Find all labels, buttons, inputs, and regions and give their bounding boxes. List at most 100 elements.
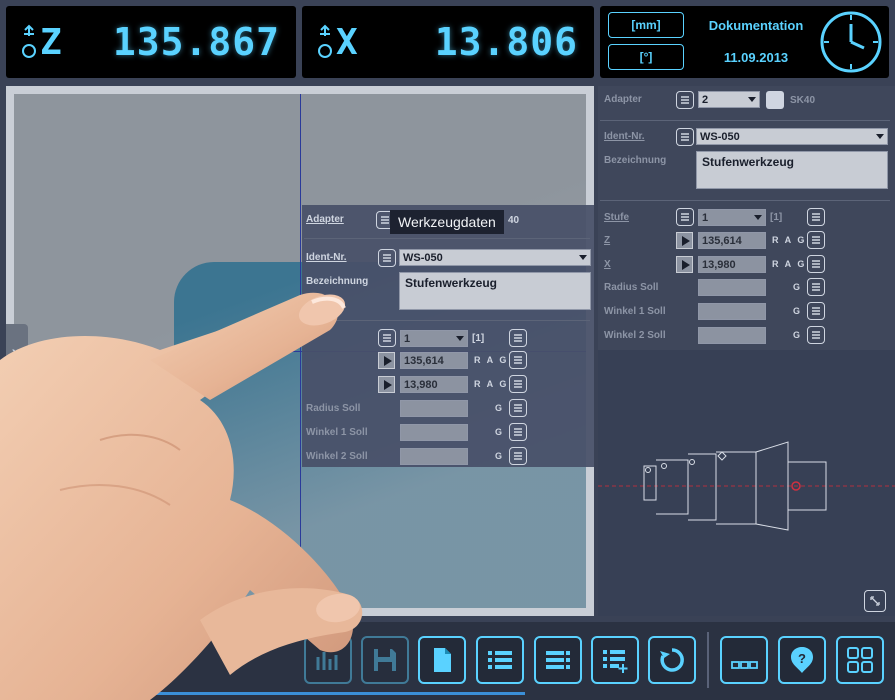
- dialog-z-rag: R A G: [474, 355, 509, 365]
- z-apply-button[interactable]: [676, 232, 693, 249]
- dialog-ident-select[interactable]: WS-050: [399, 249, 591, 266]
- dialog-ident-list-button[interactable]: [378, 249, 396, 267]
- winkel1-detail-button[interactable]: [807, 302, 825, 320]
- stufe-detail-button[interactable]: [807, 208, 825, 226]
- tool-preview-panel: [598, 350, 895, 616]
- adapter-list-button[interactable]: [676, 91, 694, 109]
- grid-view-button[interactable]: [836, 636, 884, 684]
- ident-label: Ident-Nr.: [604, 131, 645, 142]
- ident-select-value: WS-050: [700, 130, 740, 143]
- dialog-radius-unit: G: [495, 403, 505, 413]
- dialog-x-detail-button[interactable]: [509, 375, 527, 393]
- radius-field[interactable]: [698, 279, 766, 296]
- stufe-select-value: 1: [702, 211, 709, 224]
- list-detail-icon: [812, 283, 820, 291]
- adapter-select[interactable]: 2: [698, 91, 760, 108]
- ident-list-button[interactable]: [676, 128, 694, 146]
- x-detail-button[interactable]: [807, 255, 825, 273]
- z-field[interactable]: 135,614: [698, 232, 766, 249]
- list-detail-icon: [812, 213, 820, 221]
- unit-length-button[interactable]: [mm]: [608, 12, 684, 38]
- stufe-count: [1]: [770, 212, 783, 223]
- ellipsis-icon: [731, 661, 758, 669]
- grid-icon: [847, 647, 873, 673]
- list-detail-icon: [514, 404, 522, 412]
- bezeichnung-field[interactable]: Stufenwerkzeug: [696, 151, 888, 189]
- list-icon: [681, 213, 689, 221]
- list-icon: [383, 334, 391, 342]
- dialog-radius-field[interactable]: [400, 400, 468, 417]
- dialog-winkel2-unit: G: [495, 451, 505, 461]
- bezeichnung-label: Bezeichnung: [604, 155, 667, 166]
- x-rag: R A G: [772, 259, 807, 269]
- ident-select[interactable]: WS-050: [696, 128, 888, 145]
- winkel2-field[interactable]: [698, 327, 766, 344]
- list-icon: [681, 133, 689, 141]
- toolbar-divider: [707, 632, 709, 688]
- dialog-z-detail-button[interactable]: [509, 351, 527, 369]
- adapter-type: SK40: [790, 95, 816, 106]
- stufe-list-button[interactable]: [676, 208, 694, 226]
- list-detail-button[interactable]: [534, 636, 582, 684]
- list-detail-icon: [812, 331, 820, 339]
- axis-z-icon: Z: [20, 20, 70, 66]
- dialog-adapter-value: 40: [508, 215, 520, 226]
- unit-angle-button[interactable]: [°]: [608, 44, 684, 70]
- list-icon: [681, 96, 689, 104]
- list-detail-icon: [514, 356, 522, 364]
- list-detail-icon: [546, 651, 570, 669]
- x-apply-button[interactable]: [676, 256, 693, 273]
- svg-text:?: ?: [798, 651, 806, 666]
- list-detail-icon: [514, 334, 522, 342]
- dialog-stufe-list-button[interactable]: [378, 329, 396, 347]
- list-button[interactable]: [476, 636, 524, 684]
- winkel1-field[interactable]: [698, 303, 766, 320]
- dialog-adapter-label: Adapter: [306, 214, 344, 225]
- save-icon: [374, 649, 396, 671]
- help-button[interactable]: ?: [778, 636, 826, 684]
- refresh-button[interactable]: [648, 636, 696, 684]
- dialog-z-apply-button[interactable]: [378, 352, 395, 369]
- x-field[interactable]: 13,980: [698, 256, 766, 273]
- pointing-hand-image: [0, 292, 363, 700]
- fullscreen-button[interactable]: [864, 590, 886, 612]
- dialog-x-field[interactable]: 13,980: [400, 376, 468, 393]
- dialog-z-field[interactable]: 135,614: [400, 352, 468, 369]
- adapter-label: Adapter: [604, 94, 642, 105]
- stufe-select[interactable]: 1: [698, 209, 766, 226]
- axis-letter-z: Z: [40, 22, 63, 63]
- info-box: [mm] [°] Dokumentation 11.09.2013: [600, 6, 889, 78]
- dialog-winkel2-field[interactable]: [400, 448, 468, 465]
- winkel2-detail-button[interactable]: [807, 326, 825, 344]
- current-date: 11.09.2013: [723, 50, 789, 65]
- z-axis-readout: Z 135.867: [6, 6, 296, 78]
- chevron-down-icon: [579, 255, 587, 260]
- list-detail-icon: [514, 452, 522, 460]
- radius-label: Radius Soll: [604, 282, 659, 293]
- dialog-stufe-select[interactable]: 1: [400, 330, 468, 347]
- dialog-stufe-detail-button[interactable]: [509, 329, 527, 347]
- dialog-stufe-value: 1: [404, 332, 411, 345]
- tooltip: Werkzeugdaten: [390, 210, 504, 234]
- resize-icon: [870, 596, 880, 606]
- radius-detail-button[interactable]: [807, 278, 825, 296]
- list-add-button[interactable]: [591, 636, 639, 684]
- axis-x-icon: X: [316, 20, 366, 66]
- more-button[interactable]: [720, 636, 768, 684]
- dialog-radius-detail-button[interactable]: [509, 399, 527, 417]
- refresh-icon: [660, 648, 684, 672]
- z-rag: R A G: [772, 235, 807, 245]
- z-detail-button[interactable]: [807, 231, 825, 249]
- document-button[interactable]: [418, 636, 466, 684]
- dialog-winkel1-field[interactable]: [400, 424, 468, 441]
- list-detail-icon: [812, 260, 820, 268]
- dialog-bezeichnung-field[interactable]: Stufenwerkzeug: [399, 272, 591, 310]
- dialog-winkel2-detail-button[interactable]: [509, 447, 527, 465]
- winkel1-unit: G: [793, 306, 803, 316]
- dialog-winkel1-detail-button[interactable]: [509, 423, 527, 441]
- dialog-x-apply-button[interactable]: [378, 376, 395, 393]
- x-label: X: [604, 259, 611, 270]
- adapter-icon: [766, 91, 784, 109]
- dialog-stufe-count: [1]: [472, 333, 485, 344]
- z-value: 135.867: [112, 20, 280, 64]
